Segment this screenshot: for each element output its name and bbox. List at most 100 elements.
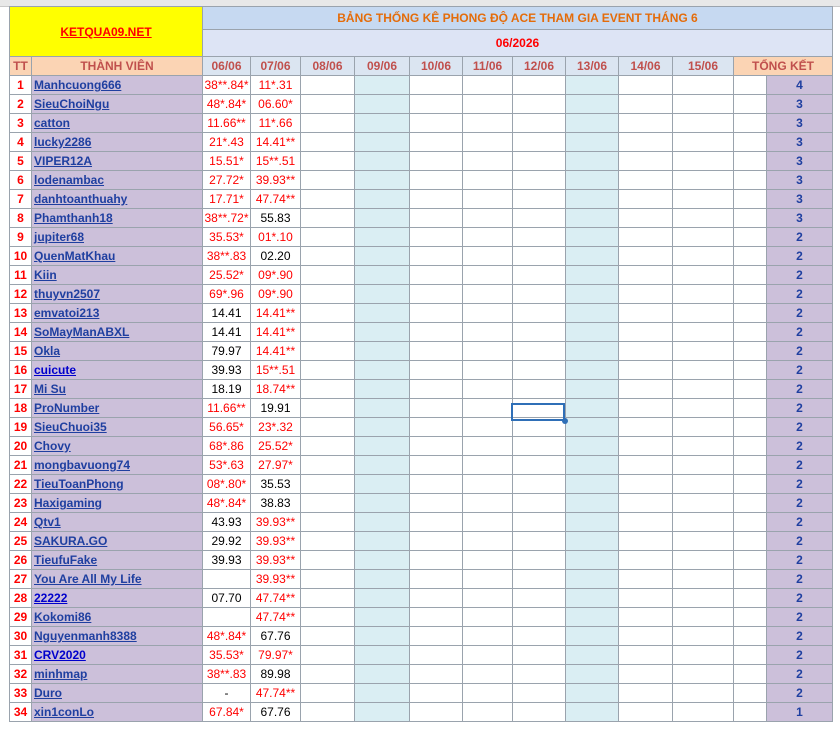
empty-cell[interactable] <box>733 341 767 361</box>
empty-cell[interactable] <box>565 436 619 456</box>
empty-cell[interactable] <box>733 151 767 171</box>
empty-cell[interactable] <box>354 132 410 152</box>
empty-cell[interactable] <box>409 341 463 361</box>
empty-cell[interactable] <box>565 379 619 399</box>
member-name[interactable]: minhmap <box>31 664 203 684</box>
member-name[interactable]: Mi Su <box>31 379 203 399</box>
result-cell[interactable]: 67.84* <box>202 702 251 722</box>
col-header-tt[interactable]: TT <box>9 56 32 76</box>
empty-cell[interactable] <box>565 645 619 665</box>
empty-cell[interactable] <box>354 474 410 494</box>
result-cell[interactable]: 11.66** <box>202 398 251 418</box>
empty-cell[interactable] <box>733 474 767 494</box>
member-name[interactable]: catton <box>31 113 203 133</box>
member-name[interactable]: ProNumber <box>31 398 203 418</box>
empty-cell[interactable] <box>565 626 619 646</box>
empty-cell[interactable] <box>672 569 734 589</box>
empty-cell[interactable] <box>300 113 355 133</box>
result-cell[interactable]: 35.53 <box>250 474 301 494</box>
empty-cell[interactable] <box>565 113 619 133</box>
empty-cell[interactable] <box>672 303 734 323</box>
member-name[interactable]: lucky2286 <box>31 132 203 152</box>
result-cell[interactable]: 56.65* <box>202 417 251 437</box>
empty-cell[interactable] <box>733 436 767 456</box>
empty-cell[interactable] <box>354 94 410 114</box>
result-cell[interactable]: 09*.90 <box>250 265 301 285</box>
empty-cell[interactable] <box>565 189 619 209</box>
empty-cell[interactable] <box>565 683 619 703</box>
empty-cell[interactable] <box>409 626 463 646</box>
member-name[interactable]: cuicute <box>31 360 203 380</box>
result-cell[interactable]: 53*.63 <box>202 455 251 475</box>
empty-cell[interactable] <box>409 588 463 608</box>
row-number[interactable]: 5 <box>9 151 32 171</box>
empty-cell[interactable] <box>462 75 513 95</box>
empty-cell[interactable] <box>672 75 734 95</box>
row-number[interactable]: 25 <box>9 531 32 551</box>
result-cell[interactable]: 39.93** <box>250 569 301 589</box>
empty-cell[interactable] <box>672 360 734 380</box>
row-number[interactable]: 3 <box>9 113 32 133</box>
total-cell[interactable]: 2 <box>766 436 833 456</box>
result-cell[interactable]: 68*.86 <box>202 436 251 456</box>
member-name[interactable]: Duro <box>31 683 203 703</box>
empty-cell[interactable] <box>565 284 619 304</box>
empty-cell[interactable] <box>354 455 410 475</box>
empty-cell[interactable] <box>300 550 355 570</box>
empty-cell[interactable] <box>354 493 410 513</box>
empty-cell[interactable] <box>672 702 734 722</box>
empty-cell[interactable] <box>300 626 355 646</box>
empty-cell[interactable] <box>512 626 566 646</box>
empty-cell[interactable] <box>733 645 767 665</box>
empty-cell[interactable] <box>618 436 673 456</box>
empty-cell[interactable] <box>300 227 355 247</box>
empty-cell[interactable] <box>354 398 410 418</box>
member-name[interactable]: emvatoi213 <box>31 303 203 323</box>
result-cell[interactable]: 39.93 <box>202 360 251 380</box>
empty-cell[interactable] <box>409 569 463 589</box>
empty-cell[interactable] <box>300 360 355 380</box>
empty-cell[interactable] <box>462 493 513 513</box>
empty-cell[interactable] <box>512 379 566 399</box>
empty-cell[interactable] <box>462 303 513 323</box>
empty-cell[interactable] <box>672 512 734 532</box>
total-cell[interactable]: 2 <box>766 246 833 266</box>
empty-cell[interactable] <box>300 284 355 304</box>
result-cell[interactable]: 14.41** <box>250 132 301 152</box>
result-cell[interactable]: 38**.83 <box>202 664 251 684</box>
col-header-member[interactable]: THÀNH VIÊN <box>31 56 203 76</box>
row-number[interactable]: 15 <box>9 341 32 361</box>
empty-cell[interactable] <box>618 189 673 209</box>
empty-cell[interactable] <box>462 113 513 133</box>
empty-cell[interactable] <box>300 246 355 266</box>
result-cell[interactable]: 47.74** <box>250 588 301 608</box>
empty-cell[interactable] <box>672 94 734 114</box>
member-name[interactable]: SAKURA.GO <box>31 531 203 551</box>
member-name[interactable]: SoMayManABXL <box>31 322 203 342</box>
empty-cell[interactable] <box>618 322 673 342</box>
empty-cell[interactable] <box>354 683 410 703</box>
empty-cell[interactable] <box>565 265 619 285</box>
empty-cell[interactable] <box>409 702 463 722</box>
empty-cell[interactable] <box>618 284 673 304</box>
empty-cell[interactable] <box>462 341 513 361</box>
member-name[interactable]: Phamthanh18 <box>31 208 203 228</box>
row-number[interactable]: 34 <box>9 702 32 722</box>
empty-cell[interactable] <box>512 398 566 418</box>
empty-cell[interactable] <box>462 569 513 589</box>
total-cell[interactable]: 2 <box>766 341 833 361</box>
member-name[interactable]: Kiin <box>31 265 203 285</box>
empty-cell[interactable] <box>565 531 619 551</box>
result-cell[interactable]: 48*.84* <box>202 626 251 646</box>
empty-cell[interactable] <box>618 664 673 684</box>
empty-cell[interactable] <box>300 531 355 551</box>
empty-cell[interactable] <box>618 208 673 228</box>
empty-cell[interactable] <box>618 550 673 570</box>
empty-cell[interactable] <box>618 683 673 703</box>
empty-cell[interactable] <box>409 322 463 342</box>
empty-cell[interactable] <box>300 455 355 475</box>
result-cell[interactable]: 18.74** <box>250 379 301 399</box>
empty-cell[interactable] <box>354 626 410 646</box>
result-cell[interactable]: 14.41** <box>250 322 301 342</box>
result-cell[interactable]: 19.91 <box>250 398 301 418</box>
